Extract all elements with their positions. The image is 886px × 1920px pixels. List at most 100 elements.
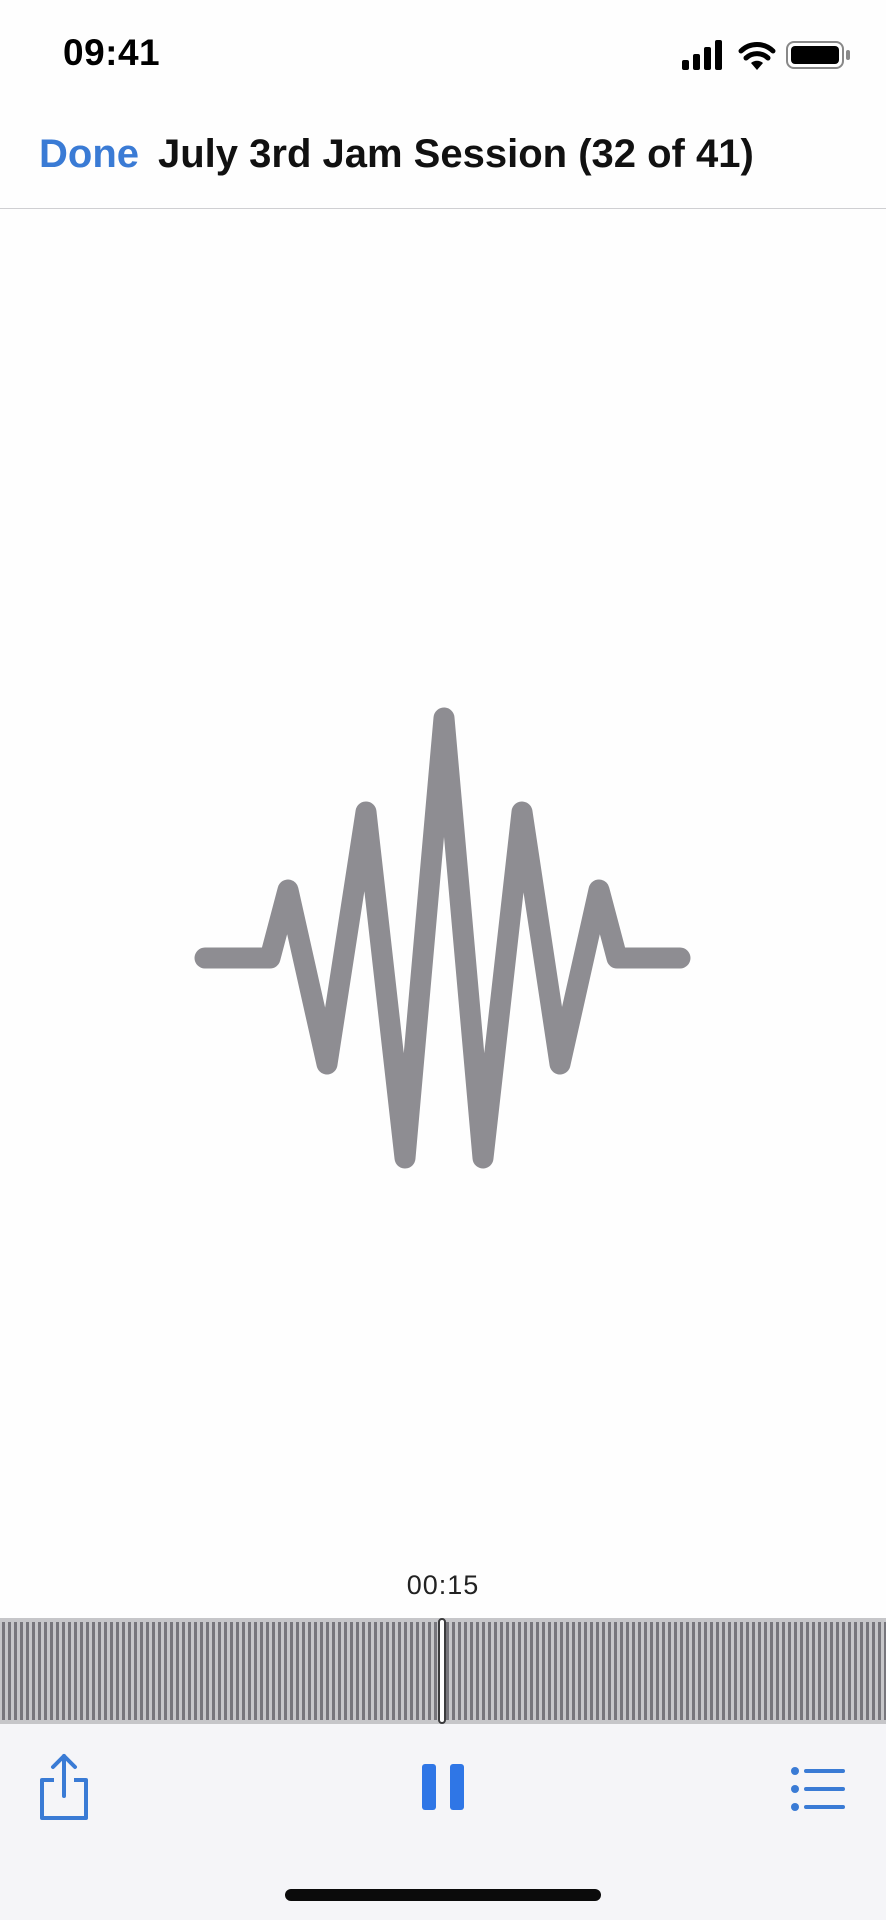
scrubber-bar — [578, 1622, 581, 1720]
scrubber-bar — [230, 1622, 233, 1720]
scrubber-bar — [338, 1622, 341, 1720]
done-button[interactable]: Done — [39, 132, 139, 177]
scrubber-bar — [224, 1622, 227, 1720]
scrubber-bar — [98, 1622, 101, 1720]
scrubber-bar — [260, 1622, 263, 1720]
scrubber-bar — [32, 1622, 35, 1720]
scrubber-bar — [290, 1622, 293, 1720]
scrubber-bar — [500, 1622, 503, 1720]
scrubber-bar — [818, 1622, 821, 1720]
waveform-icon — [194, 707, 691, 1169]
scrubber-bar — [830, 1622, 833, 1720]
scrubber-bar — [554, 1622, 557, 1720]
scrubber-bar — [476, 1622, 479, 1720]
list-icon[interactable] — [790, 1766, 846, 1812]
scrubber-bar — [140, 1622, 143, 1720]
scrubber-bar — [314, 1622, 317, 1720]
wifi-icon — [738, 42, 776, 70]
scrubber-bar — [272, 1622, 275, 1720]
home-indicator — [285, 1889, 601, 1901]
scrubber-bar — [74, 1622, 77, 1720]
scrubber-bar — [836, 1622, 839, 1720]
scrubber-bar — [50, 1622, 53, 1720]
scrubber-bar — [458, 1622, 461, 1720]
scrubber-bar — [2, 1622, 5, 1720]
scrubber-bar — [218, 1622, 221, 1720]
scrubber-bar — [68, 1622, 71, 1720]
scrubber-bar — [788, 1622, 791, 1720]
scrubber-bar — [728, 1622, 731, 1720]
scrubber-bar — [626, 1622, 629, 1720]
scrubber-bar — [344, 1622, 347, 1720]
scrubber-bar — [8, 1622, 11, 1720]
scrubber-bar — [848, 1622, 851, 1720]
playhead-handle[interactable] — [438, 1618, 446, 1724]
battery-icon — [786, 41, 850, 69]
scrubber-bar — [248, 1622, 251, 1720]
scrubber-bar — [872, 1622, 875, 1720]
scrubber-bar — [146, 1622, 149, 1720]
scrubber-bar — [380, 1622, 383, 1720]
scrubber-bar — [152, 1622, 155, 1720]
share-icon[interactable] — [36, 1752, 92, 1822]
scrubber-bar — [596, 1622, 599, 1720]
scrubber-bar — [470, 1622, 473, 1720]
scrubber-bar — [278, 1622, 281, 1720]
scrubber-bar — [302, 1622, 305, 1720]
scrubber-bar — [164, 1622, 167, 1720]
scrubber-bar — [350, 1622, 353, 1720]
scrubber-bar — [878, 1622, 881, 1720]
scrubber-bar — [194, 1622, 197, 1720]
scrubber-bar — [242, 1622, 245, 1720]
scrubber-bar — [284, 1622, 287, 1720]
scrubber-bar — [206, 1622, 209, 1720]
scrubber-bar — [542, 1622, 545, 1720]
scrubber-bar — [518, 1622, 521, 1720]
scrubber-bar — [776, 1622, 779, 1720]
scrubber-bar — [14, 1622, 17, 1720]
scrubber-bar — [134, 1622, 137, 1720]
scrubber-bar — [866, 1622, 869, 1720]
scrubber-bar — [356, 1622, 359, 1720]
scrubber-bar — [746, 1622, 749, 1720]
scrubber-bar — [86, 1622, 89, 1720]
scrubber-bar — [182, 1622, 185, 1720]
scrubber-bar — [566, 1622, 569, 1720]
scrubber-bar — [416, 1622, 419, 1720]
scrubber-bar — [548, 1622, 551, 1720]
scrubber-bar — [44, 1622, 47, 1720]
scrubber-bar — [392, 1622, 395, 1720]
scrubber-bar — [854, 1622, 857, 1720]
navigation-bar: Done July 3rd Jam Session (32 of 41) — [0, 100, 886, 209]
scrubber-bar — [608, 1622, 611, 1720]
scrubber-bar — [590, 1622, 593, 1720]
scrubber-bar — [422, 1622, 425, 1720]
scrubber-bar — [266, 1622, 269, 1720]
scrubber-bar — [506, 1622, 509, 1720]
scrubber-bar — [842, 1622, 845, 1720]
scrubber-bar — [176, 1622, 179, 1720]
scrubber-bar — [188, 1622, 191, 1720]
scrubber-bar — [332, 1622, 335, 1720]
scrubber-bar — [494, 1622, 497, 1720]
scrubber-bar — [488, 1622, 491, 1720]
scrubber-bar — [692, 1622, 695, 1720]
scrubber-bar — [452, 1622, 455, 1720]
scrubber-bar — [584, 1622, 587, 1720]
pause-icon[interactable] — [420, 1762, 466, 1812]
scrubber-bar — [92, 1622, 95, 1720]
scrubber-bar — [386, 1622, 389, 1720]
scrubber-bar — [38, 1622, 41, 1720]
scrubber-bar — [794, 1622, 797, 1720]
scrubber-bar — [638, 1622, 641, 1720]
scrubber-bar — [674, 1622, 677, 1720]
scrubber-bar — [722, 1622, 725, 1720]
scrubber-bar — [602, 1622, 605, 1720]
scrubber-bar — [212, 1622, 215, 1720]
scrubber-bar — [236, 1622, 239, 1720]
scrubber-bar — [374, 1622, 377, 1720]
scrubber-bar — [296, 1622, 299, 1720]
status-time: 09:41 — [63, 32, 161, 73]
scrubber-bar — [770, 1622, 773, 1720]
scrubber-bar — [620, 1622, 623, 1720]
